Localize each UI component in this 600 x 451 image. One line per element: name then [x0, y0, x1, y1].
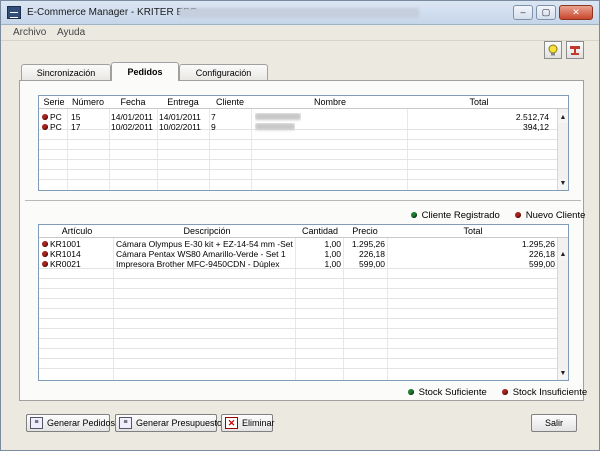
- legend-stock-insuficiente: Stock Insuficiente: [512, 387, 588, 398]
- orders-col-total[interactable]: Total: [409, 97, 549, 107]
- table-row[interactable]: KR1014 Cámara Pentax WS80 Amarillo-Verde…: [39, 249, 568, 259]
- items-col-cantidad[interactable]: Cantidad: [297, 226, 343, 236]
- window-title: E-Commerce Manager - KRITER ERP -: [27, 7, 203, 18]
- descripcion-cell: Cámara Olympus E-30 kit + EZ-14-54 mm -S…: [116, 239, 294, 249]
- items-col-total[interactable]: Total: [389, 226, 557, 236]
- scroll-down-icon[interactable]: ▼: [558, 179, 568, 189]
- total-cell: 1.295,26: [521, 239, 555, 249]
- numero-cell: 15: [71, 112, 81, 122]
- nuevo-cliente-status-icon: [42, 114, 48, 120]
- serie-cell: PC: [42, 112, 62, 122]
- fecha-cell: 14/01/2011: [111, 112, 153, 122]
- legend-nuevo-cliente: Nuevo Cliente: [525, 210, 586, 221]
- scroll-up-icon[interactable]: ▲: [558, 250, 568, 260]
- orders-col-nombre[interactable]: Nombre: [255, 97, 405, 107]
- items-col-articulo[interactable]: Artículo: [47, 226, 107, 236]
- cliente-cell: 9: [211, 122, 216, 132]
- nuevo-cliente-status-icon: [42, 124, 48, 130]
- cliente-cell: 7: [211, 112, 216, 122]
- legend-stock-suficiente: Stock Suficiente: [418, 387, 487, 398]
- client-legend: Cliente Registrado Nuevo Cliente: [411, 210, 585, 221]
- total-cell: 226,18: [529, 249, 555, 259]
- scroll-down-icon[interactable]: ▼: [558, 369, 568, 379]
- menu-ayuda[interactable]: Ayuda: [57, 27, 85, 38]
- network-icon[interactable]: [566, 41, 584, 59]
- new-dot-icon: [515, 212, 522, 218]
- table-row[interactable]: PC 17 10/02/2011 10/02/2011 9 394,12: [39, 122, 568, 132]
- menu-bar: Archivo Ayuda: [1, 25, 599, 41]
- stock-sufficient-dot-icon: [408, 389, 414, 395]
- minimize-button[interactable]: –: [513, 5, 533, 20]
- document-icon: ≡: [30, 417, 43, 429]
- items-scrollbar[interactable]: ▲ ▼: [557, 238, 568, 380]
- stock-insufficient-dot-icon: [502, 389, 509, 395]
- orders-col-numero[interactable]: Número: [69, 97, 107, 107]
- total-cell: 599,00: [529, 259, 555, 269]
- cantidad-cell: 1,00: [324, 239, 341, 249]
- section-divider: [25, 200, 581, 201]
- redacted-title-detail: [179, 8, 419, 18]
- orders-col-entrega[interactable]: Entrega: [159, 97, 207, 107]
- items-table[interactable]: Artículo Descripción Cantidad Precio Tot…: [38, 224, 569, 381]
- items-table-header: Artículo Descripción Cantidad Precio Tot…: [39, 225, 568, 238]
- fecha-cell: 10/02/2011: [111, 122, 153, 132]
- descripcion-cell: Impresora Brother MFC-9450CDN - Dúplex: [116, 259, 280, 269]
- total-cell: 394,12: [523, 122, 549, 132]
- stock-insuficiente-icon: [42, 241, 48, 247]
- orders-table[interactable]: Serie Número Fecha Entrega Cliente Nombr…: [38, 95, 569, 191]
- items-col-descripcion[interactable]: Descripción: [115, 226, 299, 236]
- articulo-cell: KR1001: [42, 239, 81, 249]
- entrega-cell: 14/01/2011: [159, 112, 201, 122]
- stock-insuficiente-icon: [42, 251, 48, 257]
- menu-archivo[interactable]: Archivo: [13, 27, 46, 38]
- orders-col-fecha[interactable]: Fecha: [111, 97, 155, 107]
- tab-pedidos[interactable]: Pedidos: [111, 62, 179, 81]
- table-row[interactable]: PC 15 14/01/2011 14/01/2011 7 2.512,74: [39, 112, 568, 122]
- entrega-cell: 10/02/2011: [159, 122, 201, 132]
- orders-col-cliente[interactable]: Cliente: [211, 97, 249, 107]
- restore-button[interactable]: ▢: [536, 5, 556, 20]
- app-window: E-Commerce Manager - KRITER ERP - – ▢ ✕ …: [0, 0, 600, 451]
- stock-legend: Stock Suficiente Stock Insuficiente: [408, 387, 587, 398]
- stock-insuficiente-icon: [42, 261, 48, 267]
- articulo-cell: KR0021: [42, 259, 81, 269]
- close-button[interactable]: ✕: [559, 5, 593, 20]
- salir-button[interactable]: Salir: [531, 414, 577, 432]
- table-row[interactable]: KR1001 Cámara Olympus E-30 kit + EZ-14-5…: [39, 239, 568, 249]
- cantidad-cell: 1,00: [324, 259, 341, 269]
- orders-table-header: Serie Número Fecha Entrega Cliente Nombr…: [39, 96, 568, 109]
- descripcion-cell: Cámara Pentax WS80 Amarillo-Verde - Set …: [116, 249, 286, 259]
- orders-scrollbar[interactable]: ▲ ▼: [557, 109, 568, 190]
- items-col-precio[interactable]: Precio: [345, 226, 385, 236]
- serie-cell: PC: [42, 122, 62, 132]
- cantidad-cell: 1,00: [324, 249, 341, 259]
- precio-cell: 599,00: [359, 259, 385, 269]
- total-cell: 2.512,74: [515, 112, 549, 122]
- lightbulb-icon[interactable]: [544, 41, 562, 59]
- generar-pedidos-button[interactable]: ≡ Generar Pedidos: [26, 414, 115, 432]
- scroll-up-icon[interactable]: ▲: [558, 113, 568, 123]
- app-icon: [7, 6, 21, 19]
- eliminar-button[interactable]: ✕ Eliminar: [221, 414, 275, 432]
- registered-dot-icon: [411, 212, 417, 218]
- document-icon: ≡: [119, 417, 132, 429]
- nombre-cell-redacted: [255, 123, 295, 133]
- generar-presupuestos-button[interactable]: ≡ Generar Presupuestos: [115, 414, 227, 432]
- numero-cell: 17: [71, 122, 81, 132]
- legend-cliente-registrado: Cliente Registrado: [421, 210, 500, 221]
- tab-sincronizacion[interactable]: Sincronización: [21, 64, 111, 81]
- delete-x-icon: ✕: [225, 417, 238, 429]
- precio-cell: 226,18: [359, 249, 385, 259]
- articulo-cell: KR1014: [42, 249, 81, 259]
- precio-cell: 1.295,26: [351, 239, 385, 249]
- title-bar[interactable]: E-Commerce Manager - KRITER ERP - – ▢ ✕: [1, 1, 599, 25]
- table-row[interactable]: KR0021 Impresora Brother MFC-9450CDN - D…: [39, 259, 568, 269]
- tab-configuracion[interactable]: Configuración: [179, 64, 268, 81]
- orders-col-serie[interactable]: Serie: [43, 97, 65, 107]
